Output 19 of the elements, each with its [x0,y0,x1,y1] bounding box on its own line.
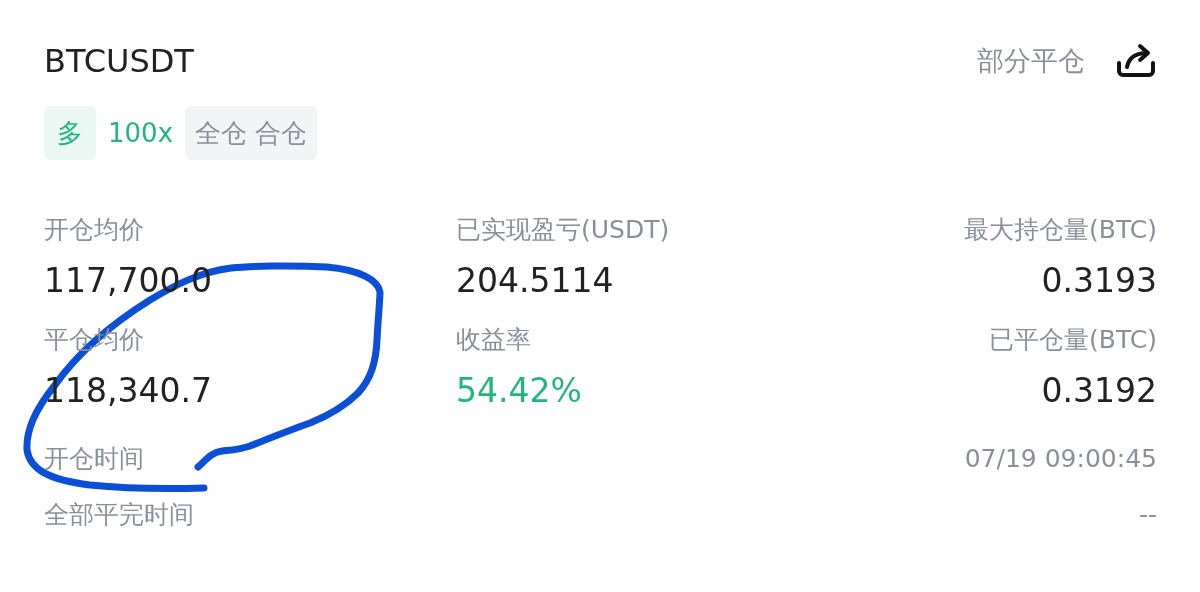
stat-value: 204.5114 [456,260,615,302]
stat-label: 最大持仓量(BTC) [964,214,1157,246]
time-label: 全部平完时间 [44,499,194,531]
stat-value: 0.3193 [1041,260,1157,302]
partial-close-button[interactable]: 部分平仓 [977,43,1085,79]
tag: 多 [44,106,96,160]
tag: 全仓 合仓 [185,106,318,160]
stat-label: 已实现盈亏(USDT) [456,214,671,246]
time-label: 开仓时间 [44,443,144,475]
symbol-title: BTCUSDT [44,42,194,80]
share-icon[interactable] [1115,43,1157,79]
time-value: 07/19 09:00:45 [964,443,1157,475]
time-value: -- [1138,499,1157,531]
stat-label: 已平仓量(BTC) [989,324,1157,356]
stat-label: 开仓均价 [44,214,145,246]
stat-value: 0.3192 [1041,370,1157,412]
stat-label: 收益率 [456,324,532,356]
tag: 100x [108,106,173,160]
stat-value: 54.42% [456,370,583,412]
